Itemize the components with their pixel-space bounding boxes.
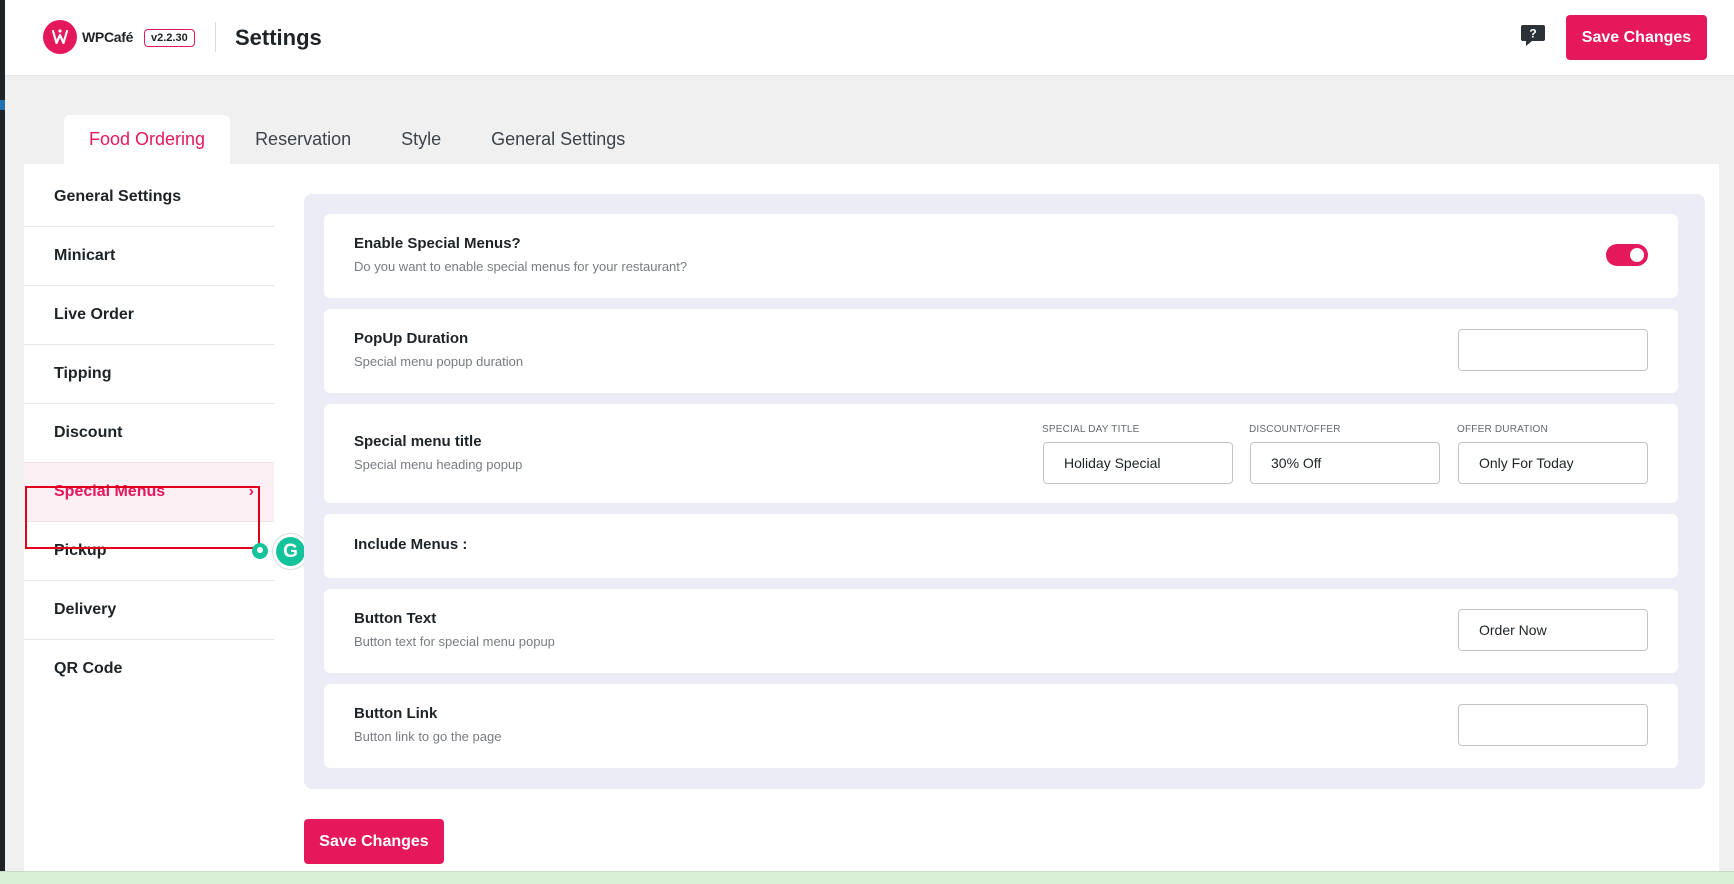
tab-reservation[interactable]: Reservation <box>230 115 376 164</box>
settings-tabs: Food Ordering Reservation Style General … <box>64 115 650 164</box>
sidebar-item-general-settings[interactable]: General Settings <box>24 168 274 227</box>
offer-duration-input[interactable]: Only For Today <box>1458 442 1648 484</box>
setting-description: Button link to go the page <box>354 729 502 744</box>
header-divider <box>215 22 216 52</box>
sidebar-item-label: Minicart <box>54 247 116 264</box>
special-day-title-label: SPECIAL DAY TITLE <box>1042 424 1140 435</box>
include-menus-label: Include Menus : <box>354 536 468 553</box>
version-badge: v2.2.30 <box>144 29 195 47</box>
tab-style[interactable]: Style <box>376 115 466 164</box>
sidebar-item-live-order[interactable]: Live Order <box>24 286 274 345</box>
popup-duration-input[interactable] <box>1458 329 1648 371</box>
svg-text:?: ? <box>1529 27 1536 41</box>
sidebar-item-label: Live Order <box>54 306 135 323</box>
tab-food-ordering[interactable]: Food Ordering <box>64 115 231 164</box>
sidebar-item-label: Delivery <box>54 601 117 618</box>
offer-duration-label: OFFER DURATION <box>1457 424 1548 435</box>
discount-offer-label: DISCOUNT/OFFER <box>1249 424 1341 435</box>
include-menus-card: Include Menus : <box>324 514 1678 578</box>
sidebar-item-label: Special Menus <box>54 483 166 500</box>
settings-sidebar: General Settings Minicart Live Order Tip… <box>24 168 274 699</box>
sidebar-item-pickup[interactable]: Pickup <box>24 522 274 581</box>
sidebar-item-label: Pickup <box>54 542 107 559</box>
sidebar-item-label: General Settings <box>54 188 182 205</box>
top-header: WPCafé v2.2.30 Settings ? Save Changes <box>5 0 1734 76</box>
sidebar-item-discount[interactable]: Discount <box>24 404 274 463</box>
setting-title: PopUp Duration <box>354 330 469 347</box>
page-title: Settings <box>235 25 322 50</box>
setting-description: Special menu heading popup <box>354 457 523 472</box>
chevron-right-icon: › <box>248 483 254 500</box>
setting-title: Button Text <box>354 610 437 627</box>
setting-title: Enable Special Menus? <box>354 235 521 252</box>
button-link-input[interactable] <box>1458 704 1648 746</box>
sidebar-item-label: Discount <box>54 424 123 441</box>
settings-panel: General Settings Minicart Live Order Tip… <box>24 164 1719 884</box>
logo-text: WPCafé <box>82 29 134 45</box>
setting-title: Special menu title <box>354 433 482 450</box>
chat-help-icon[interactable]: ? <box>1520 24 1546 48</box>
lightbulb-icon[interactable] <box>252 543 268 559</box>
button-link-card: Button Link Button link to go the page <box>324 684 1678 768</box>
discount-offer-input[interactable]: 30% Off <box>1250 442 1440 484</box>
sidebar-item-delivery[interactable]: Delivery <box>24 581 274 640</box>
sidebar-item-label: Tipping <box>54 365 112 382</box>
sidebar-item-minicart[interactable]: Minicart <box>24 227 274 286</box>
button-text-card: Button Text Button text for special menu… <box>324 589 1678 673</box>
wpcafe-logo-icon <box>43 20 77 54</box>
setting-description: Do you want to enable special menus for … <box>354 259 688 274</box>
wp-admin-sidebar-edge <box>0 0 5 884</box>
popup-duration-card: PopUp Duration Special menu popup durati… <box>324 309 1678 393</box>
sidebar-item-qr-code[interactable]: QR Code <box>24 640 274 699</box>
special-menus-settings: Enable Special Menus? Do you want to ena… <box>304 194 1705 789</box>
sidebar-item-label: QR Code <box>54 660 123 677</box>
special-day-title-input[interactable]: Holiday Special <box>1043 442 1233 484</box>
save-changes-button-top[interactable]: Save Changes <box>1566 15 1707 60</box>
tab-general-settings[interactable]: General Settings <box>466 115 650 164</box>
special-menu-title-card: Special menu title Special menu heading … <box>324 404 1678 503</box>
grammarly-icon[interactable]: G <box>276 537 305 566</box>
setting-title: Button Link <box>354 705 438 722</box>
sidebar-item-special-menus[interactable]: Special Menus › <box>24 463 274 522</box>
wp-admin-active-marker <box>0 100 5 110</box>
sidebar-item-tipping[interactable]: Tipping <box>24 345 274 404</box>
button-text-input[interactable]: Order Now <box>1458 609 1648 651</box>
save-changes-button-bottom[interactable]: Save Changes <box>304 819 444 864</box>
enable-special-menus-card: Enable Special Menus? Do you want to ena… <box>324 214 1678 298</box>
setting-description: Special menu popup duration <box>354 354 524 369</box>
setting-description: Button text for special menu popup <box>354 634 555 649</box>
os-taskbar <box>0 871 1734 884</box>
enable-special-menus-toggle[interactable] <box>1606 244 1648 266</box>
